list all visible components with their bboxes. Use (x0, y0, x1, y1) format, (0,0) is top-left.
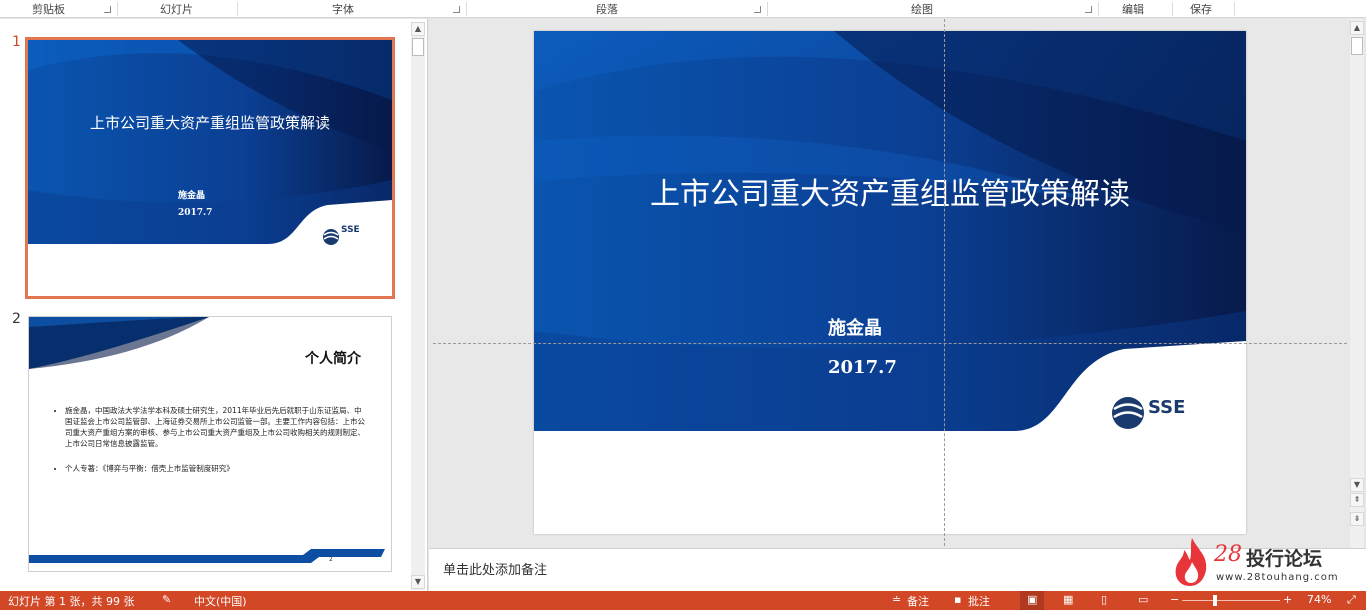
comments-button[interactable]: 批注 (968, 593, 990, 609)
scroll-down-icon[interactable]: ▼ (1350, 478, 1364, 492)
watermark-number: 28 (1214, 542, 1242, 567)
thumb2-title: 个人简介 (305, 351, 361, 367)
ribbon-group-drawing[interactable]: 绘图 (911, 1, 933, 17)
zoom-out-icon[interactable]: − (1170, 593, 1179, 606)
slide-number-2: 2 (12, 311, 21, 327)
ribbon-separator (466, 2, 467, 16)
scrollbar-thumb[interactable] (412, 38, 424, 56)
slide-sorter-icon[interactable]: ▦ (1063, 593, 1073, 606)
language-status[interactable]: 中文(中国) (194, 593, 247, 609)
slide-logo: SSE (1148, 397, 1186, 418)
thumbnail-scrollbar[interactable]: ▲ ▼ (411, 22, 425, 590)
slide-number-1: 1 (12, 34, 21, 50)
notes-icon[interactable]: ≐ (892, 593, 901, 606)
ribbon-group-slides[interactable]: 幻灯片 (160, 1, 193, 17)
drawing-launcher-icon[interactable] (1085, 6, 1092, 13)
slide-thumbnail-2[interactable]: 个人简介 施金晶，中国政法大学法学本科及硕士研究生，2011年毕业后先后就职于山… (28, 316, 392, 572)
vertical-guide[interactable] (944, 19, 945, 546)
flame-icon (1175, 538, 1207, 586)
thumb1-author: 施金晶 (178, 191, 206, 201)
ribbon-group-paragraph[interactable]: 段落 (596, 1, 618, 17)
ribbon-group-editing[interactable]: 编辑 (1122, 1, 1144, 17)
thumb2-bullet: 个人专著：《博弈与平衡：借壳上市监管制度研究》 (65, 463, 369, 474)
forum-watermark: 28 投行论坛 www.28touhang.com (1172, 536, 1342, 588)
horizontal-guide[interactable] (433, 343, 1347, 344)
normal-view-glyph: ▣ (1027, 593, 1038, 606)
scrollbar-thumb[interactable] (1351, 37, 1363, 55)
watermark-url: www.28touhang.com (1216, 572, 1339, 583)
slide-author[interactable]: 施金晶 (828, 314, 882, 340)
thumb1-logo: SSE (341, 225, 360, 235)
scroll-up-icon[interactable]: ▲ (411, 22, 425, 36)
watermark-name: 投行论坛 (1246, 548, 1323, 570)
ribbon: 剪贴板 幻灯片 字体 段落 绘图 编辑 保存 (0, 0, 1366, 18)
font-launcher-icon[interactable] (453, 6, 460, 13)
zoom-in-icon[interactable]: + (1283, 593, 1292, 606)
ribbon-separator (1172, 2, 1173, 16)
thumb1-date: 2017.7 (178, 208, 213, 218)
next-slide-icon[interactable]: ⇟ (1350, 512, 1364, 526)
ribbon-separator (767, 2, 768, 16)
slide-thumbnail-1[interactable]: 上市公司重大资产重组监管政策解读 施金晶 2017.7 SSE (25, 37, 395, 299)
ribbon-separator (1234, 2, 1235, 16)
ribbon-group-clipboard[interactable]: 剪贴板 (32, 1, 65, 17)
thumb2-bullet: 施金晶，中国政法大学法学本科及硕士研究生，2011年毕业后先后就职于山东证监局、… (65, 405, 369, 449)
spell-check-icon[interactable]: ✎ (162, 593, 171, 606)
comments-icon[interactable]: ▪ (954, 593, 961, 606)
editor-scrollbar[interactable]: ▲ ▼ ⇞ ⇟ (1350, 19, 1364, 548)
ribbon-group-save[interactable]: 保存 (1190, 1, 1212, 17)
zoom-slider[interactable] (1182, 600, 1280, 601)
thumb2-bullet-list: 施金晶，中国政法大学法学本科及硕士研究生，2011年毕业后先后就职于山东证监局、… (53, 405, 369, 474)
fit-slide-icon[interactable]: ⤢ (1347, 593, 1356, 607)
paragraph-launcher-icon[interactable] (754, 6, 761, 13)
ribbon-separator (237, 2, 238, 16)
slide-date[interactable]: 2017.7 (828, 357, 897, 378)
scroll-down-icon[interactable]: ▼ (411, 575, 425, 589)
clipboard-launcher-icon[interactable] (104, 6, 111, 13)
slide-thumbnail-1-art (28, 40, 392, 296)
notes-button[interactable]: 备注 (907, 593, 929, 609)
ribbon-separator (117, 2, 118, 16)
zoom-slider-thumb[interactable] (1213, 595, 1217, 606)
scroll-up-icon[interactable]: ▲ (1350, 21, 1364, 35)
main-slide-art (534, 31, 1246, 534)
reading-view-icon[interactable]: ▯ (1101, 593, 1107, 606)
slide-count-status: 幻灯片 第 1 张，共 99 张 (8, 595, 135, 608)
zoom-level[interactable]: 74% (1307, 593, 1331, 606)
slide-title[interactable]: 上市公司重大资产重组监管政策解读 (534, 169, 1246, 213)
status-bar: 幻灯片 第 1 张，共 99 张 ✎ 中文(中国) ≐ 备注 ▪ 批注 ▣ ▦ … (0, 591, 1366, 610)
ribbon-separator (1098, 2, 1099, 16)
thumb2-page-number: 2 (329, 556, 333, 563)
notes-placeholder[interactable]: 单击此处添加备注 (443, 559, 547, 578)
thumb1-title: 上市公司重大资产重组监管政策解读 (89, 114, 330, 132)
previous-slide-icon[interactable]: ⇞ (1350, 493, 1364, 507)
slideshow-icon[interactable]: ▭ (1138, 593, 1148, 606)
thumbnail-pane: 1 上市公司重大资产重组监管政策解读 施金晶 2017.7 SSE 2 个人简介… (0, 19, 428, 591)
main-slide[interactable]: 上市公司重大资产重组监管政策解读 施金晶 2017.7 SSE (534, 31, 1246, 534)
ribbon-group-font[interactable]: 字体 (332, 1, 354, 17)
